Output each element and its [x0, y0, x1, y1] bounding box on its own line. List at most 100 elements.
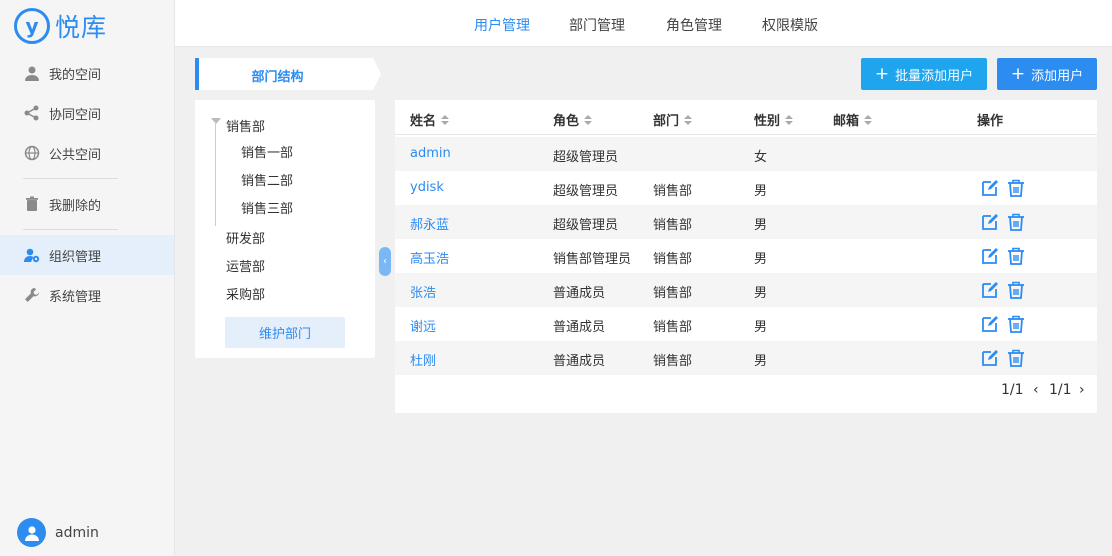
top-nav: 用户管理 部门管理 角色管理 权限模版	[175, 0, 1112, 47]
delete-icon[interactable]	[1006, 212, 1026, 232]
sort-icon[interactable]	[441, 114, 450, 125]
delete-icon[interactable]	[1006, 348, 1026, 368]
edit-icon[interactable]	[980, 280, 1000, 300]
tab-role-management[interactable]: 角色管理	[666, 15, 722, 35]
add-user-button[interactable]: + 添加用户	[997, 58, 1097, 90]
column-header-name[interactable]: 姓名	[410, 110, 450, 129]
column-header-dept[interactable]: 部门	[653, 110, 693, 129]
sidebar-item-public-space[interactable]: 公共空间	[0, 133, 174, 173]
delete-icon[interactable]	[1006, 280, 1026, 300]
sidebar-item-label: 系统管理	[49, 289, 102, 305]
collapse-panel-handle[interactable]: ‹	[379, 247, 391, 276]
user-role-cell: 超级管理员	[553, 218, 619, 233]
tree-node-sales-3[interactable]: 销售三部	[241, 198, 293, 217]
plus-icon: +	[1010, 63, 1026, 84]
user-dept-cell: 销售部	[653, 184, 693, 199]
sidebar-item-org-management[interactable]: 组织管理	[0, 235, 174, 275]
sort-icon[interactable]	[584, 114, 593, 125]
user-name-link[interactable]: 高玉浩	[410, 248, 449, 267]
column-header-label: 部门	[653, 114, 680, 129]
globe-icon	[23, 144, 41, 162]
delete-icon[interactable]	[1006, 178, 1026, 198]
dept-structure-title: 部门结构	[251, 70, 304, 85]
table-row: 郝永蓝 超级管理员 销售部 男	[395, 205, 1097, 239]
sidebar-item-trash[interactable]: 我删除的	[0, 184, 174, 224]
user-dept-cell: 销售部	[653, 320, 693, 335]
page-summary: 1/1	[1001, 382, 1024, 398]
avatar[interactable]	[17, 518, 46, 547]
tree-node-sales[interactable]: 销售部	[226, 116, 265, 135]
column-header-label: 性别	[754, 114, 781, 129]
tree-node-operations[interactable]: 运营部	[226, 256, 265, 275]
column-header-role[interactable]: 角色	[553, 110, 593, 129]
user-gender-cell: 女	[754, 150, 768, 165]
column-header-email[interactable]: 邮箱	[833, 110, 873, 129]
next-page-button[interactable]: ›	[1079, 382, 1085, 398]
tree-node-rnd[interactable]: 研发部	[226, 228, 265, 247]
sidebar-item-collab-space[interactable]: 协同空间	[0, 93, 174, 133]
sidebar-item-system-management[interactable]: 系统管理	[0, 275, 174, 315]
user-icon	[23, 64, 41, 82]
tab-permission-template[interactable]: 权限模版	[762, 15, 818, 35]
batch-add-users-button[interactable]: + 批量添加用户	[861, 58, 987, 90]
delete-icon[interactable]	[1006, 314, 1026, 334]
sidebar-item-label: 我的空间	[49, 67, 102, 83]
edit-icon[interactable]	[980, 348, 1000, 368]
sort-icon[interactable]	[785, 114, 794, 125]
user-dept-cell: 销售部	[653, 354, 693, 369]
sort-icon[interactable]	[864, 114, 873, 125]
dept-structure-tab: 部门结构	[195, 58, 381, 90]
wrench-icon	[23, 286, 41, 304]
column-header-gender[interactable]: 性别	[754, 110, 794, 129]
user-name-link[interactable]: admin	[410, 146, 451, 161]
column-header-label: 邮箱	[833, 114, 860, 129]
avatar-user-icon	[24, 525, 39, 541]
prev-page-button[interactable]: ‹	[1033, 382, 1039, 398]
user-name-link[interactable]: 杜刚	[410, 350, 436, 369]
tab-dept-management[interactable]: 部门管理	[569, 15, 625, 35]
sidebar-divider	[23, 178, 118, 179]
caret-down-icon[interactable]	[211, 118, 221, 124]
tree-node-sales-2[interactable]: 销售二部	[241, 170, 293, 189]
user-role-cell: 普通成员	[553, 354, 606, 369]
tab-user-management[interactable]: 用户管理	[474, 15, 530, 35]
add-user-label: 添加用户	[1031, 68, 1084, 84]
share-icon	[23, 104, 41, 122]
user-role-cell: 普通成员	[553, 286, 606, 301]
edit-icon[interactable]	[980, 178, 1000, 198]
tree-node-purchasing[interactable]: 采购部	[226, 284, 265, 303]
users-table: 姓名 角色 部门 性别 邮箱 操作 admin 超级管理员女 ydisk 超级管理员销…	[395, 100, 1097, 413]
current-user[interactable]: admin	[17, 518, 99, 547]
sort-icon[interactable]	[684, 114, 693, 125]
sidebar: y 悦库 我的空间 协同空间 公共空间 我删除的 组织管理 系统管理 admin	[0, 0, 175, 556]
sidebar-item-my-space[interactable]: 我的空间	[0, 53, 174, 93]
user-name-link[interactable]: ydisk	[410, 180, 444, 195]
table-row: 谢远 普通成员 销售部 男	[395, 307, 1097, 341]
user-name-link[interactable]: 张浩	[410, 282, 436, 301]
logo-text: 悦库	[55, 13, 108, 42]
edit-icon[interactable]	[980, 314, 1000, 334]
edit-icon[interactable]	[980, 246, 1000, 266]
app-logo[interactable]: y 悦库	[14, 7, 107, 45]
user-gender-cell: 男	[754, 354, 768, 369]
sidebar-item-label: 协同空间	[49, 107, 102, 123]
user-gender-cell: 男	[754, 320, 768, 335]
sidebar-item-label: 我删除的	[49, 198, 102, 214]
edit-icon[interactable]	[980, 212, 1000, 232]
tree-node-sales-1[interactable]: 销售一部	[241, 142, 293, 161]
user-gender-cell: 男	[754, 184, 768, 199]
user-name-link[interactable]: 谢远	[410, 316, 436, 335]
maintain-dept-button[interactable]: 维护部门	[225, 317, 345, 348]
user-name-link[interactable]: 郝永蓝	[410, 214, 449, 233]
plus-icon: +	[874, 63, 890, 84]
sidebar-divider	[23, 229, 118, 230]
user-settings-icon	[23, 246, 41, 264]
sidebar-item-label: 组织管理	[49, 249, 102, 265]
column-header-ops: 操作	[977, 114, 1004, 129]
batch-add-users-label: 批量添加用户	[895, 68, 974, 84]
user-gender-cell: 男	[754, 218, 768, 233]
tree-guide-line	[215, 122, 216, 226]
user-gender-cell: 男	[754, 286, 768, 301]
delete-icon[interactable]	[1006, 246, 1026, 266]
user-dept-cell: 销售部	[653, 252, 693, 267]
